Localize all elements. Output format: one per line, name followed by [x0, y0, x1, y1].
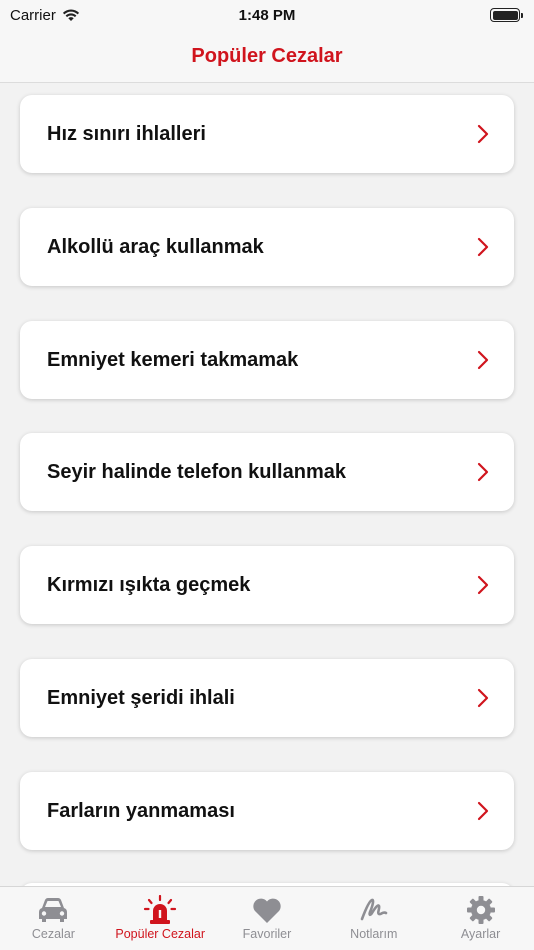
tab-bar: Cezalar Popüler Cezalar Favoriler Notlar…: [0, 886, 534, 950]
tab-label: Ayarlar: [460, 927, 501, 941]
list-item-label: Kırmızı ışıkta geçmek: [47, 573, 251, 596]
status-left: Carrier: [10, 7, 80, 24]
tab-label: Popüler Cezalar: [115, 927, 206, 941]
fines-list[interactable]: Hız sınırı ihlalleri Alkollü araç kullan…: [0, 83, 534, 886]
chevron-right-icon: [477, 575, 489, 595]
battery-icon: [490, 8, 523, 22]
chevron-right-icon: [477, 350, 489, 370]
tab-cezalar[interactable]: Cezalar: [0, 887, 107, 950]
list-item-label: Emniyet şeridi ihlali: [47, 686, 235, 709]
car-icon: [39, 898, 68, 922]
tab-label: Notlarım: [350, 927, 398, 941]
list-item-label: Seyir halinde telefon kullanmak: [47, 460, 346, 483]
gear-icon: [466, 896, 495, 924]
list-item[interactable]: Seyir halinde telefon kullanmak: [20, 433, 514, 511]
tab-favoriler[interactable]: Favoriler: [214, 887, 321, 950]
chevron-right-icon: [477, 124, 489, 144]
heart-icon: [253, 898, 281, 923]
chevron-right-icon: [477, 801, 489, 821]
tab-notlarim[interactable]: Notlarım: [320, 887, 427, 950]
chevron-right-icon: [477, 688, 489, 708]
wifi-icon: [62, 9, 79, 21]
tab-populer-cezalar[interactable]: Popüler Cezalar: [107, 887, 214, 950]
chevron-right-icon: [477, 237, 489, 257]
list-item-label: Emniyet kemeri takmamak: [47, 348, 299, 371]
scribble-icon: [360, 898, 388, 921]
chevron-right-icon: [477, 462, 489, 482]
navigation-bar: Popüler Cezalar: [0, 30, 534, 83]
list-item[interactable]: Emniyet kemeri takmamak: [20, 321, 514, 399]
siren-icon: [144, 895, 177, 924]
list-item[interactable]: Farların yanmaması: [20, 772, 514, 850]
status-time: 1:48 PM: [238, 6, 296, 24]
list-item-label: Alkollü araç kullanmak: [47, 235, 264, 258]
page-title: Popüler Cezalar: [191, 44, 343, 67]
tab-label: Cezalar: [31, 927, 75, 941]
tab-ayarlar[interactable]: Ayarlar: [427, 887, 534, 950]
list-item[interactable]: Alkollü araç kullanmak: [20, 208, 514, 286]
status-bar: Carrier 1:48 PM: [0, 0, 534, 30]
list-item-label: Hız sınırı ihlalleri: [47, 122, 206, 145]
list-item[interactable]: Kırmızı ışıkta geçmek: [20, 546, 514, 624]
list-item-label: Farların yanmaması: [47, 799, 235, 822]
carrier-label: Carrier: [10, 6, 56, 24]
list-item[interactable]: Emniyet şeridi ihlali: [20, 659, 514, 737]
tab-label: Favoriler: [242, 927, 292, 941]
list-item[interactable]: Hız sınırı ihlalleri: [20, 95, 514, 173]
